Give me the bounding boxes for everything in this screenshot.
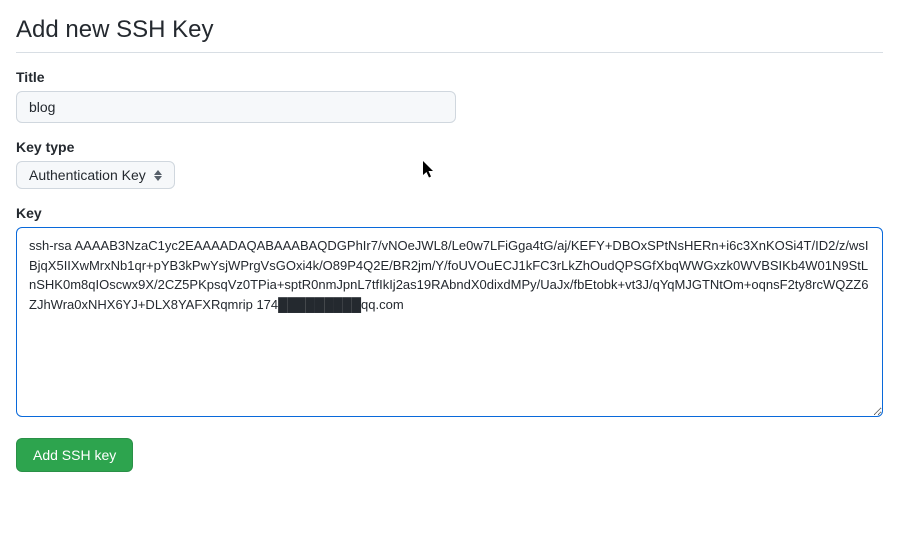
key-label: Key <box>16 205 883 221</box>
chevron-up-down-icon <box>154 170 162 181</box>
key-type-label: Key type <box>16 139 883 155</box>
key-textarea[interactable]: ssh-rsa AAAAB3NzaC1yc2EAAAADAQABAAABAQDG… <box>16 227 883 417</box>
title-input[interactable] <box>16 91 456 123</box>
page-title: Add new SSH Key <box>16 16 883 53</box>
key-type-select[interactable]: Authentication Key <box>16 161 175 189</box>
key-type-selected: Authentication Key <box>29 167 146 183</box>
add-ssh-key-button[interactable]: Add SSH key <box>16 438 133 472</box>
title-label: Title <box>16 69 883 85</box>
